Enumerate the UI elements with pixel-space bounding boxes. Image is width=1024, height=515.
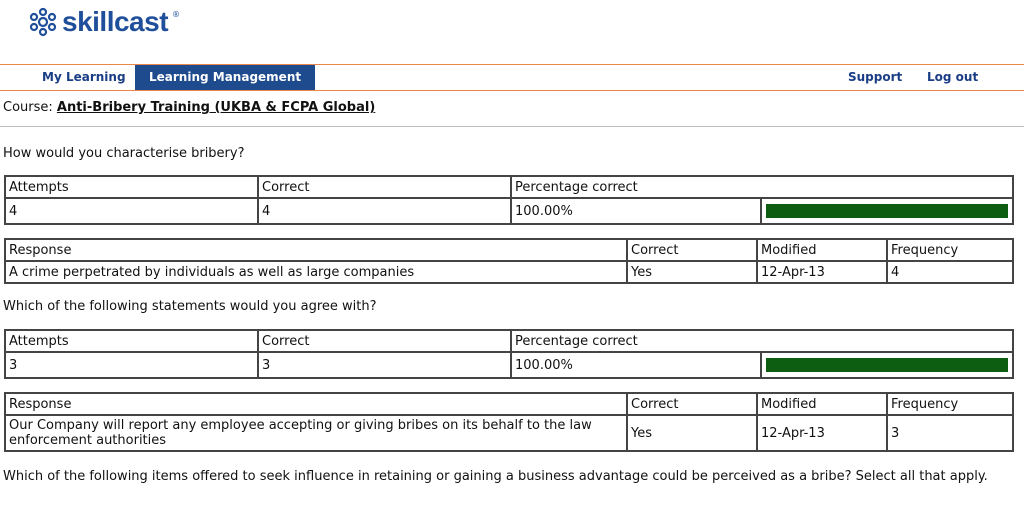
question-1-responses-table: Response Correct Modified Frequency A cr… bbox=[4, 238, 1014, 284]
question-1-text: How would you characterise bribery? bbox=[3, 146, 245, 161]
skillcast-logo: skillcast ® bbox=[28, 4, 180, 40]
question-2-responses-table: Response Correct Modified Frequency Our … bbox=[4, 392, 1014, 452]
response-text: A crime perpetrated by individuals as we… bbox=[4, 260, 628, 284]
response-header: Response bbox=[4, 392, 628, 416]
correct-header: Correct bbox=[626, 238, 758, 262]
stats-header-percentage: Percentage correct bbox=[510, 329, 1014, 353]
percentage-bar-cell bbox=[760, 351, 1014, 379]
nav-log-out[interactable]: Log out bbox=[927, 65, 978, 90]
modified-header: Modified bbox=[756, 238, 888, 262]
question-3-text: Which of the following items offered to … bbox=[3, 469, 988, 484]
stats-attempts: 4 bbox=[4, 197, 259, 225]
response-frequency: 4 bbox=[886, 260, 1014, 284]
question-1-stats-table: Attempts Correct Percentage correct 4 4 … bbox=[4, 175, 1014, 225]
stats-percentage: 100.00% bbox=[510, 197, 762, 225]
response-header: Response bbox=[4, 238, 628, 262]
stats-header-attempts: Attempts bbox=[4, 329, 259, 353]
stats-correct: 3 bbox=[257, 351, 512, 379]
table-row: Our Company will report any employee acc… bbox=[4, 414, 1014, 452]
question-2-text: Which of the following statements would … bbox=[3, 299, 377, 314]
stats-header-attempts: Attempts bbox=[4, 175, 259, 199]
course-line: Course: Anti-Bribery Training (UKBA & FC… bbox=[3, 100, 375, 115]
course-name-link[interactable]: Anti-Bribery Training (UKBA & FCPA Globa… bbox=[57, 100, 375, 115]
frequency-header: Frequency bbox=[886, 392, 1014, 416]
top-navigation: My Learning Learning Management Support … bbox=[0, 64, 1024, 91]
logo-text: skillcast bbox=[62, 6, 169, 37]
response-modified: 12-Apr-13 bbox=[756, 414, 888, 452]
stats-correct: 4 bbox=[257, 197, 512, 225]
percentage-bar-fill bbox=[766, 204, 1008, 218]
course-label: Course: bbox=[3, 100, 53, 115]
nav-my-learning[interactable]: My Learning bbox=[42, 65, 126, 90]
response-text: Our Company will report any employee acc… bbox=[4, 414, 628, 452]
percentage-bar-fill bbox=[766, 358, 1008, 372]
percentage-bar-cell bbox=[760, 197, 1014, 225]
skillcast-logo-icon bbox=[29, 7, 57, 37]
logo-registered-mark: ® bbox=[172, 10, 181, 19]
response-frequency: 3 bbox=[886, 414, 1014, 452]
frequency-header: Frequency bbox=[886, 238, 1014, 262]
divider bbox=[0, 126, 1024, 127]
stats-header-correct: Correct bbox=[257, 175, 512, 199]
question-2-stats-table: Attempts Correct Percentage correct 3 3 … bbox=[4, 329, 1014, 379]
correct-header: Correct bbox=[626, 392, 758, 416]
response-correct: Yes bbox=[626, 260, 758, 284]
table-row: A crime perpetrated by individuals as we… bbox=[4, 260, 1014, 284]
stats-percentage: 100.00% bbox=[510, 351, 762, 379]
modified-header: Modified bbox=[756, 392, 888, 416]
stats-header-correct: Correct bbox=[257, 329, 512, 353]
percentage-bar bbox=[766, 204, 1008, 218]
response-modified: 12-Apr-13 bbox=[756, 260, 888, 284]
response-correct: Yes bbox=[626, 414, 758, 452]
percentage-bar bbox=[766, 358, 1008, 372]
stats-header-percentage: Percentage correct bbox=[510, 175, 1014, 199]
stats-attempts: 3 bbox=[4, 351, 259, 379]
nav-support[interactable]: Support bbox=[848, 65, 902, 90]
nav-learning-management[interactable]: Learning Management bbox=[135, 65, 316, 90]
